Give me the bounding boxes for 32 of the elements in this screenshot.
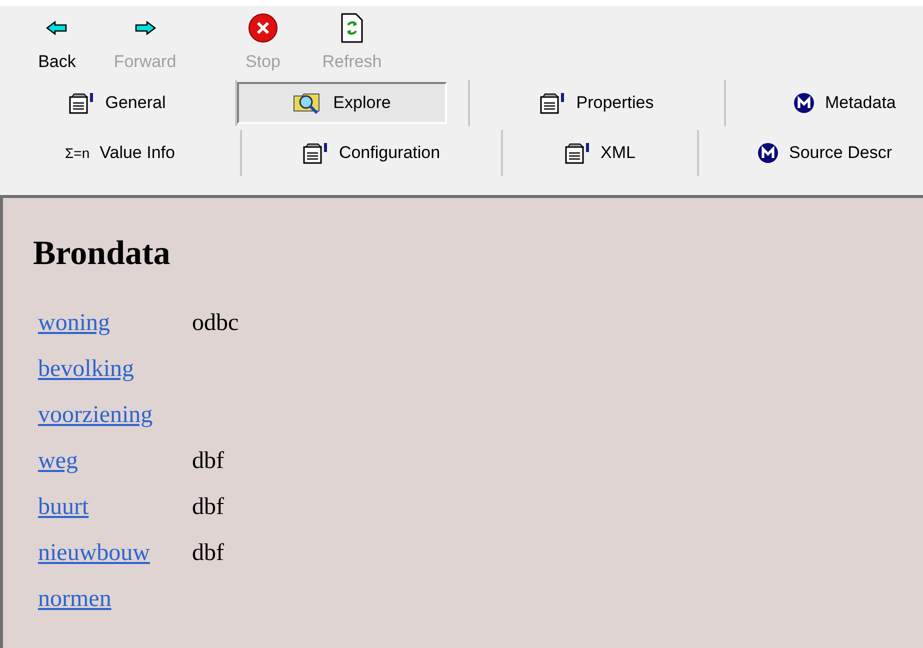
m-circle-icon: [793, 92, 815, 114]
tab[interactable]: XML: [556, 132, 644, 174]
form-icon: [302, 142, 329, 164]
source-link[interactable]: nieuwbouw: [38, 539, 192, 567]
tab[interactable]: Properties: [532, 82, 662, 124]
left-arrow-icon: [46, 21, 68, 35]
m-circle-icon: [757, 142, 779, 164]
form-icon: [69, 92, 96, 114]
source-link[interactable]: voorziening: [38, 401, 192, 429]
toolbar-button[interactable]: Back: [22, 10, 92, 72]
refresh-icon: [340, 13, 364, 43]
close-icon: [248, 13, 278, 43]
tab[interactable]: Metadata: [785, 82, 904, 124]
tab[interactable]: Configuration: [294, 132, 448, 174]
source-link[interactable]: bevolking: [38, 355, 192, 383]
form-icon: [564, 142, 591, 164]
tab[interactable]: General: [61, 82, 174, 124]
source-type: dbf: [192, 447, 224, 475]
source-link[interactable]: weg: [38, 447, 192, 475]
tab[interactable]: Σ=n Value Info: [57, 132, 183, 174]
source-link[interactable]: buurt: [38, 493, 192, 521]
right-arrow-icon: [134, 21, 156, 35]
tab[interactable]: Source Descr: [749, 132, 900, 174]
source-link[interactable]: woning: [38, 309, 192, 337]
source-type: odbc: [192, 309, 239, 337]
source-link[interactable]: normen: [38, 585, 192, 613]
tab[interactable]: Explore: [237, 82, 447, 124]
page-heading: Brondata: [33, 234, 170, 274]
source-type: dbf: [192, 493, 224, 521]
sum-icon: Σ=n: [65, 142, 90, 164]
source-type: dbf: [192, 539, 224, 567]
form-icon: [540, 92, 566, 114]
